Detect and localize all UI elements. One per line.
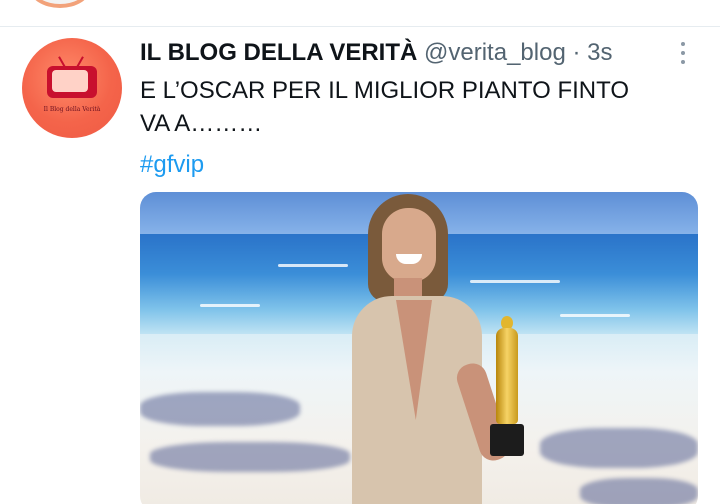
tweet-image[interactable]: [140, 192, 698, 504]
tweet-header: IL BLOG DELLA VERITÀ @verita_blog · 3s: [140, 38, 613, 68]
user-handle[interactable]: @verita_blog: [424, 39, 566, 66]
display-name[interactable]: IL BLOG DELLA VERITÀ: [140, 39, 417, 66]
separator-dot: ·: [572, 39, 581, 66]
timestamp[interactable]: 3s: [587, 39, 612, 66]
avatar[interactable]: Il Blog della Verità: [22, 38, 122, 138]
avatar-label: Il Blog della Verità: [43, 105, 101, 113]
oscar-statuette: [490, 316, 524, 456]
tv-logo-icon: [47, 55, 97, 98]
hashtag-link[interactable]: #gfvip: [140, 148, 204, 181]
tweet-divider: [0, 26, 720, 27]
previous-avatar[interactable]: [30, 0, 90, 8]
tweet-text: E L’OSCAR PER IL MIGLIOR PIANTO FINTO VA…: [140, 77, 629, 137]
more-vertical-icon[interactable]: [676, 40, 690, 64]
previous-tweet-strip: [0, 0, 720, 26]
